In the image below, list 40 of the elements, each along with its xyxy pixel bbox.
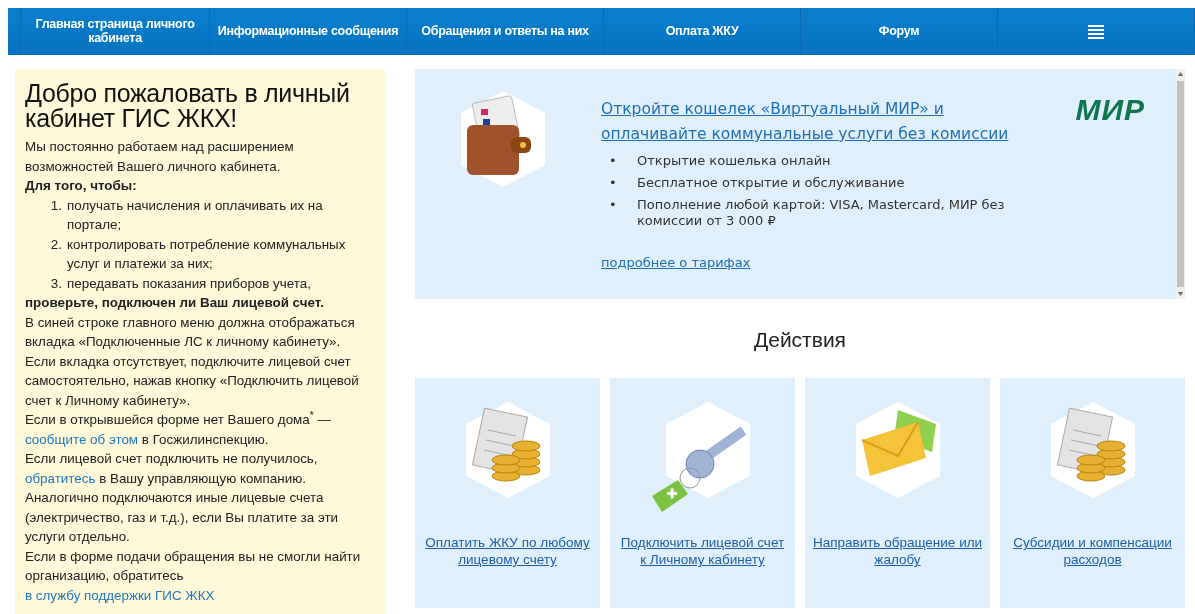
list-number: 3.: [49, 274, 63, 293]
action-card[interactable]: Оплатить ЖКУ по любому лицевому счету: [415, 378, 600, 609]
bold-text: проверьте, подключен ли Ваш лицевой счет.: [25, 294, 325, 312]
list-item-text: контролировать потребление коммунальных услуг и платежи за них;: [67, 235, 347, 273]
nav-link-item[interactable]: Информационные сообщения: [210, 8, 407, 55]
bullet-text: Пополнение любой картой: VISA, Mastercard, МИР без комиссии от 3 000 ₽: [637, 197, 1006, 229]
action-card[interactable]: Субсидии и компенсации расходов: [1000, 378, 1185, 609]
action-card[interactable]: Направить обращение или жалобу: [805, 378, 990, 609]
nav-link-item[interactable]: Форум: [801, 8, 998, 55]
paragraph: Если в форме подачи обращения вы не смогли найти организацию, обратитесь в службу поддержки ГИС ЖКХ: [25, 547, 362, 605]
paragraph: Аналогично подключаются иные лицевые счета (электричество, газ и т.д.), если Вы платите за эти услуги отдельно.: [25, 489, 340, 546]
nav-link-item[interactable]: Оплата ЖКУ: [604, 8, 801, 55]
list-number: 1.: [49, 196, 63, 215]
text-link[interactable]: обратитесь: [25, 470, 96, 486]
bullet-text: Бесплатное открытие и обслуживание: [637, 175, 905, 191]
text-link[interactable]: сообщите об этом: [25, 431, 139, 447]
bullet-mark: •: [609, 197, 618, 214]
paragraph: Если вкладка отсутствует, подключите лицевой счет самостоятельно, нажав кнопку «Подключить лицевой счет к Личному кабинету».: [25, 352, 360, 410]
nav-link-item[interactable]: Главная страница личного кабинета: [20, 8, 210, 55]
scrollbar[interactable]: [1176, 69, 1185, 299]
section-heading: Действия: [753, 327, 847, 353]
paragraph: В синей строке главного меню должна отображаться вкладка «Подключенные ЛС к личному кабинету».: [25, 313, 356, 351]
nav-link-item[interactable]: Обращения и ответы на них: [407, 8, 604, 55]
promo-link[interactable]: Откройте кошелек «Виртуальный МИР» и оплачивайте коммунальные услуги без комиссии: [601, 97, 1021, 147]
list-item-text: получать начисления и оплачивать их на портале;: [67, 196, 324, 234]
list-item-text: передавать показания приборов учета,: [67, 274, 311, 293]
bullet-mark: •: [609, 175, 618, 191]
paragraph: Мы постоянно работаем над расширением возможностей Вашего личного кабинета.: [25, 138, 295, 176]
bullet-mark: •: [609, 153, 618, 169]
list-number: 2.: [49, 235, 63, 254]
bullet-text: Открытие кошелька онлайн: [637, 153, 831, 169]
text-link[interactable]: в службу поддержки ГИС ЖКХ: [25, 587, 215, 603]
tariffs-link[interactable]: подробнее о тарифах: [601, 253, 751, 273]
bold-text: Для того, чтобы:: [25, 177, 138, 195]
paragraph: Если лицевой счет подключить не получилось, обратитесь в Вашу управляющую компанию.: [25, 450, 319, 488]
menu-icon: [1088, 24, 1104, 39]
paragraph: Если в открывшейся форме нет Вашего дома$^{*}$ — сообщите об этом в Госжилинспекцию.: [25, 410, 332, 449]
payment-logo: МИР: [1075, 95, 1145, 125]
action-card[interactable]: Подключить лицевой счет к Личному кабинету: [610, 378, 795, 609]
welcome-heading: Добро пожаловать в личный кабинет ГИС ЖКХ!: [25, 81, 351, 131]
